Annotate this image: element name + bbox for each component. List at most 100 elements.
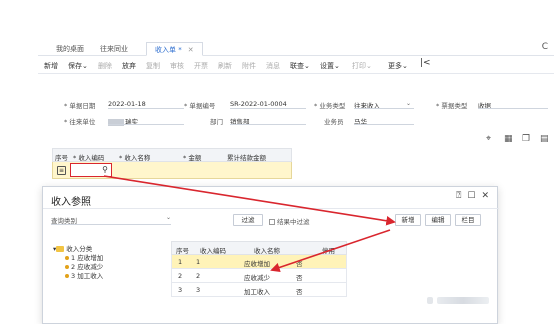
tab-partner-funds[interactable]: 往来同业 xyxy=(100,44,128,54)
tab-bar: 我的桌面 往来同业 收入单 * ✕ C xyxy=(38,38,554,56)
income-code-input[interactable]: ⚲ xyxy=(70,163,112,177)
cell-code: 3 xyxy=(196,286,201,294)
tab-my-desktop[interactable]: 我的桌面 xyxy=(56,44,84,54)
dept-label: 部门 xyxy=(210,118,223,126)
chevron-down-icon: ⌄ xyxy=(165,214,171,221)
maximize-icon[interactable]: ☐ xyxy=(467,191,475,201)
cell-index: 1 xyxy=(178,258,183,266)
cell-disabled: 否 xyxy=(296,288,303,296)
grid-col-income-code: * 收入编码 xyxy=(73,154,105,162)
filter-row: 查询类别 ⌄ 过滤 结果中过滤 新增 编辑 栏目 xyxy=(43,211,499,229)
col-disabled: 停用 xyxy=(322,247,335,255)
table-row[interactable]: 3 3 加工收入 否 xyxy=(171,283,347,297)
table-row[interactable]: 1 1 应收增加 否 xyxy=(171,255,347,269)
toolbar-discard-button[interactable]: 放弃 xyxy=(122,61,136,71)
cell-name: 加工收入 xyxy=(244,288,270,296)
cell-name: 应收减少 xyxy=(244,274,270,282)
grid-header: 序号 * 收入编码 * 收入名称 * 金额 累计结款金额 xyxy=(52,148,292,162)
tree-item[interactable]: 2 应收减少 xyxy=(53,261,163,271)
filter-in-result-label: 结果中过滤 xyxy=(277,218,310,226)
toolbar-message-button[interactable]: 消息 xyxy=(266,61,280,71)
detail-grid: 序号 * 收入编码 * 收入名称 * 金额 累计结款金额 ≡ ⚲ xyxy=(52,148,292,182)
doc-no-label: * 单据编号 xyxy=(184,102,216,110)
toolbar-query-button[interactable]: 联查⌄ xyxy=(290,61,310,71)
help-icon[interactable]: ⍰ xyxy=(456,191,461,201)
toolbar-attach-button[interactable]: 附件 xyxy=(242,61,256,71)
leaf-icon xyxy=(65,256,69,260)
leaf-icon xyxy=(65,265,69,269)
filter-in-result-checkbox[interactable]: 结果中过滤 xyxy=(269,216,310,226)
toolbar-invoice-button[interactable]: 开票 xyxy=(194,61,208,71)
toolbar-audit-button[interactable]: 审核 xyxy=(170,61,184,71)
doc-date-label: * 单据日期 xyxy=(64,102,96,110)
tree-item[interactable]: 3 加工收入 xyxy=(53,270,163,280)
toolbar-print-label: 打印 xyxy=(352,62,366,70)
table-row[interactable]: ≡ ⚲ xyxy=(52,162,292,179)
column-button[interactable]: 栏目 xyxy=(455,214,481,226)
toolbar-query-label: 联查 xyxy=(290,62,304,70)
toolbar-settings-button[interactable]: 设置⌄ xyxy=(320,61,340,71)
table-header: 序号 收入编码 收入名称 停用 xyxy=(171,241,347,255)
grid-col-income-name: * 收入名称 xyxy=(119,154,151,162)
search-icon[interactable]: ⚲ xyxy=(102,165,108,174)
toolbar-copy-button[interactable]: 复制 xyxy=(146,61,160,71)
close-icon[interactable]: ✕ xyxy=(188,46,194,54)
cell-disabled: 否 xyxy=(296,274,303,282)
leaf-icon xyxy=(65,274,69,278)
tree-item-label: 3 加工收入 xyxy=(71,272,104,280)
income-reference-dialog: 收入参照 ⍰ ☐ ✕ 查询类别 ⌄ 过滤 结果中过滤 新增 编辑 栏目 ▾ 收入分类 … xyxy=(42,186,499,324)
col-income-name: 收入名称 xyxy=(254,247,280,255)
tab-income-doc-label: 收入单 * xyxy=(155,46,182,54)
tree-root[interactable]: ▾ 收入分类 xyxy=(53,243,163,253)
toolbar-more-button[interactable]: 更多⌄ xyxy=(388,61,408,71)
income-reference-table: 序号 收入编码 收入名称 停用 1 1 应收增加 否 2 2 应收减少 否 3 … xyxy=(171,241,347,297)
watermark-blur xyxy=(427,297,433,304)
ticket-type-label: * 票据类型 xyxy=(436,102,468,110)
grid-col-settled: 累计结款金额 xyxy=(227,154,266,162)
cell-disabled: 否 xyxy=(296,260,303,268)
toolbar-refresh-button[interactable]: 刷新 xyxy=(218,61,232,71)
biz-type-label: * 业务类型 xyxy=(314,102,346,110)
toolbar-new-button[interactable]: 新增 xyxy=(44,61,58,71)
tree-item[interactable]: 1 应收增加 xyxy=(53,252,163,262)
grid-col-index: 序号 xyxy=(55,154,68,162)
staff-label: 业务员 xyxy=(324,118,344,126)
cell-index: 2 xyxy=(178,272,183,280)
chevron-down-icon[interactable]: ⌄ xyxy=(406,100,411,107)
grid-col-amount: * 金额 xyxy=(183,154,202,162)
checkbox-box xyxy=(269,219,275,225)
toolbar-print-button[interactable]: 打印⌄ xyxy=(352,61,372,71)
cell-code: 1 xyxy=(196,258,201,266)
toolbar-settings-label: 设置 xyxy=(320,62,334,70)
new-button[interactable]: 新增 xyxy=(395,214,421,226)
partner-label: * 往来单位 xyxy=(64,118,96,126)
toolbar-save-label: 保存 xyxy=(68,62,82,70)
toolbar-more-label: 更多 xyxy=(388,62,402,70)
first-record-icon[interactable]: |< xyxy=(420,58,431,68)
watermark-blur xyxy=(437,297,489,304)
locate-icon[interactable]: ⌖ xyxy=(486,134,491,144)
calculator-icon[interactable]: ▦ xyxy=(504,134,513,144)
top-right-icon[interactable]: C xyxy=(542,42,548,52)
cell-index: 3 xyxy=(178,286,183,294)
query-category-select[interactable]: 查询类别 ⌄ xyxy=(51,214,171,225)
close-icon[interactable]: ✕ xyxy=(481,191,489,201)
filter-button[interactable]: 过滤 xyxy=(233,214,263,226)
col-income-code: 收入编码 xyxy=(200,247,226,255)
col-index: 序号 xyxy=(176,247,189,255)
doc-date-field[interactable]: 2022-01-18 xyxy=(108,100,146,108)
copy-icon[interactable]: ❐ xyxy=(522,134,530,144)
edit-button[interactable]: 编辑 xyxy=(425,214,451,226)
dialog-controls: ⍰ ☐ ✕ xyxy=(450,191,489,201)
category-tree: ▾ 收入分类 1 应收增加 2 应收减少 3 加工收入 xyxy=(53,243,163,280)
doc-no-field[interactable]: SR-2022-01-0004 xyxy=(230,100,287,108)
toolbar-save-button[interactable]: 保存⌄ xyxy=(68,61,88,71)
toolbar: 新增 保存⌄ 删除 放弃 复制 审核 开票 刷新 附件 消息 联查⌄ 设置⌄ 打… xyxy=(38,56,554,74)
toolbar-delete-button[interactable]: 删除 xyxy=(98,61,112,71)
cell-code: 2 xyxy=(196,272,201,280)
table-settings-icon[interactable]: ▤ xyxy=(540,134,549,144)
table-row[interactable]: 2 2 应收减少 否 xyxy=(171,269,347,283)
row-menu-icon[interactable]: ≡ xyxy=(57,166,66,175)
tab-income-doc[interactable]: 收入单 * ✕ xyxy=(146,42,203,56)
cell-name: 应收增加 xyxy=(244,260,270,268)
